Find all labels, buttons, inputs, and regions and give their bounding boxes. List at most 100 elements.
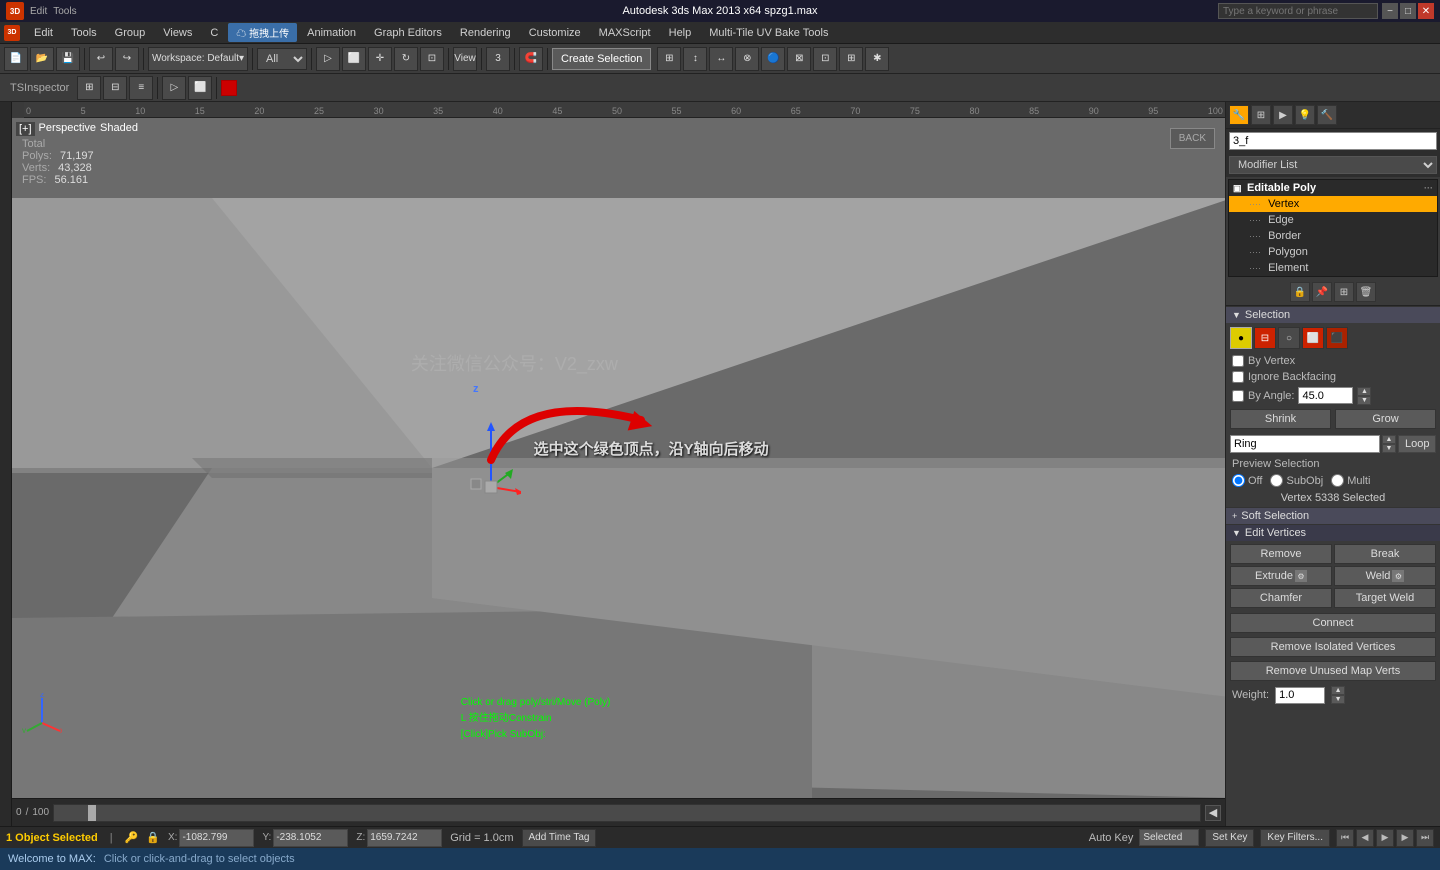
shrink-button[interactable]: Shrink [1230,409,1331,429]
connect-button[interactable]: Connect [1230,613,1436,633]
tb-undo[interactable]: ↩ [89,47,113,71]
extrude-settings-icon[interactable]: ⚙ [1295,570,1307,582]
modifier-sub-vertex[interactable]: ···· Vertex [1229,196,1437,212]
tb-r9[interactable]: ✱ [865,47,889,71]
menu-c[interactable]: C [202,25,226,41]
weight-input[interactable] [1275,687,1325,704]
tb-snaps[interactable]: 🧲 [519,47,543,71]
play-fwd-btn[interactable]: ⏭ [1416,829,1434,847]
viewport-persp-btn[interactable]: Perspective [39,122,96,136]
titlebar-edit[interactable]: Edit [30,6,47,17]
tb-redo[interactable]: ↪ [115,47,139,71]
create-selection-button[interactable]: Create Selection [552,48,651,70]
tb-open[interactable]: 📂 [30,47,54,71]
rp-icon-hierarchy[interactable]: ⊞ [1251,105,1271,125]
loop-button[interactable]: Loop [1398,435,1436,453]
viewport-shaded-btn[interactable]: Shaded [100,122,138,136]
rp-icon-modify[interactable]: 🔧 [1229,105,1249,125]
tb-r5[interactable]: 🔵 [761,47,785,71]
modifier-editable-poly[interactable]: ▣ Editable Poly ··· [1229,180,1437,196]
close-button[interactable]: ✕ [1418,3,1434,19]
tb-workspace[interactable]: Workspace: Default▾ [148,47,248,71]
menu-group[interactable]: Group [107,25,154,41]
modifier-sub-border[interactable]: ···· Border [1229,228,1437,244]
remove-unused-button[interactable]: Remove Unused Map Verts [1230,661,1436,681]
tb-r6[interactable]: ⊠ [787,47,811,71]
preview-subobj-radio[interactable] [1270,474,1283,487]
selected-input[interactable] [1139,829,1199,846]
tb-r7[interactable]: ⊡ [813,47,837,71]
play-btn[interactable]: ▶ [1376,829,1394,847]
preview-off-radio[interactable] [1232,474,1245,487]
rp-lock-icon[interactable]: 🔒 [1290,282,1310,302]
menu-customize[interactable]: Customize [521,25,589,41]
timeline-thumb[interactable] [88,805,96,821]
tb-t2-4[interactable]: ▷ [162,76,186,100]
rp-wire-icon[interactable]: ⊞ [1334,282,1354,302]
menu-rendering[interactable]: Rendering [452,25,519,41]
tb-filter-select[interactable]: All [257,48,307,70]
tb-t2-2[interactable]: ⊟ [103,76,127,100]
tb-r1[interactable]: ⊞ [657,47,681,71]
angle-spin-up[interactable]: ▲ [1357,387,1371,396]
tb-r4[interactable]: ⊗ [735,47,759,71]
key-filters-button[interactable]: Key Filters... [1260,829,1330,847]
weight-spinner[interactable]: ▲ ▼ [1331,686,1345,704]
by-angle-checkbox[interactable] [1232,390,1244,402]
remove-button[interactable]: Remove [1230,544,1332,564]
menu-help[interactable]: Help [661,25,700,41]
chamfer-button[interactable]: Chamfer [1230,588,1332,608]
sel-icon-element[interactable]: ⬛ [1326,327,1348,349]
tb-r8[interactable]: ⊞ [839,47,863,71]
weight-spin-up[interactable]: ▲ [1331,686,1345,695]
tb-r2[interactable]: ↕ [683,47,707,71]
viewport[interactable]: [+] Perspective Shaded Total Polys: 71,1… [12,118,1225,798]
tb-t2-5[interactable]: ⬜ [188,76,212,100]
weld-button[interactable]: Weld ⚙ [1334,566,1436,586]
viewport-label[interactable]: [+] Perspective Shaded [16,122,138,136]
prev-frame-btn[interactable]: ◀ [1356,829,1374,847]
modifier-list-select[interactable]: Modifier List [1229,156,1437,174]
weight-spin-down[interactable]: ▼ [1331,695,1345,704]
timeline-track[interactable] [53,804,1201,822]
tb-rotate[interactable]: ↻ [394,47,418,71]
search-input[interactable] [1218,3,1378,19]
menu-multitile[interactable]: Multi-Tile UV Bake Tools [701,25,836,41]
tb-view-select[interactable]: View [453,47,477,71]
tb-move[interactable]: ✛ [368,47,392,71]
modifier-sub-edge[interactable]: ···· Edge [1229,212,1437,228]
back-button[interactable]: BACK [1170,128,1215,149]
play-back-btn[interactable]: ⏮ [1336,829,1354,847]
x-input[interactable] [179,829,254,847]
selection-header[interactable]: ▼ Selection [1226,306,1440,323]
sel-icon-vertex[interactable]: ● [1230,327,1252,349]
ignore-backfacing-checkbox[interactable] [1232,371,1244,383]
extrude-button[interactable]: Extrude ⚙ [1230,566,1332,586]
rp-pin-icon[interactable]: 📌 [1312,282,1332,302]
ring-spinner[interactable]: ▲ ▼ [1382,435,1396,453]
angle-spin-down[interactable]: ▼ [1357,396,1371,405]
tb-select[interactable]: ▷ [316,47,340,71]
menu-tools[interactable]: Tools [63,25,105,41]
menu-maxscript[interactable]: MAXScript [591,25,659,41]
rp-icon-utilities[interactable]: 🔨 [1317,105,1337,125]
tb-num3[interactable]: 3 [486,47,510,71]
minimize-button[interactable]: − [1382,3,1398,19]
menu-animation[interactable]: Animation [299,25,364,41]
ts-inspector-label[interactable]: TSInspector [4,82,75,94]
z-input[interactable] [367,829,442,847]
edit-vertices-header[interactable]: ▼ Edit Vertices [1226,524,1440,541]
preview-multi-radio[interactable] [1331,474,1344,487]
next-frame-btn[interactable]: ▶ [1396,829,1414,847]
sel-icon-loop[interactable]: ○ [1278,327,1300,349]
menu-cloud-upload[interactable]: ☁ 拖拽上传 [228,23,297,42]
ring-spin-down[interactable]: ▼ [1382,444,1396,453]
maximize-button[interactable]: □ [1400,3,1416,19]
remove-isolated-button[interactable]: Remove Isolated Vertices [1230,637,1436,657]
grow-button[interactable]: Grow [1335,409,1436,429]
viewport-plus-btn[interactable]: [+] [16,122,35,136]
menu-edit[interactable]: Edit [26,25,61,41]
titlebar-tools[interactable]: Tools [53,6,76,17]
modifier-sub-polygon[interactable]: ···· Polygon [1229,244,1437,260]
break-button[interactable]: Break [1334,544,1436,564]
